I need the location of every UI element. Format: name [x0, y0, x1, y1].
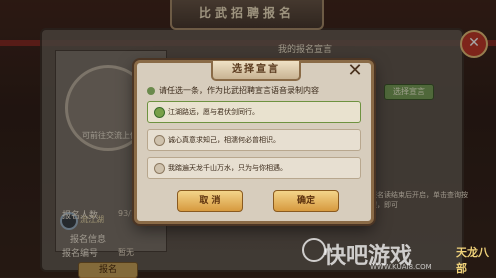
cancel-button[interactable]: 取 消: [177, 190, 243, 212]
watermark-url: WWW.KUAI8.COM: [370, 263, 432, 271]
instruction-text: 请任选一条，作为比武招聘宣言语音录制内容: [159, 86, 319, 95]
confirm-button[interactable]: 确定: [273, 190, 339, 212]
radio-icon[interactable]: [154, 163, 165, 174]
game-logo: 天龙八部: [456, 246, 489, 275]
declaration-option-2[interactable]: 诚心真意求知己，相濡何必曾相识。: [147, 129, 361, 151]
declaration-option-3[interactable]: 我踏遍天龙千山万水，只为与你相遇。: [147, 157, 361, 179]
radio-selected-icon[interactable]: [154, 107, 165, 118]
watermark-icon: [302, 238, 326, 262]
select-declaration-dialog: 选择宣言 ✕ 请任选一条，作为比武招聘宣言语音录制内容 江湖路远，愿与君伏剑同行…: [134, 60, 374, 224]
dialog-close-icon[interactable]: ✕: [344, 60, 366, 82]
declaration-option-1[interactable]: 江湖路远，愿与君伏剑同行。: [147, 101, 361, 123]
info-icon: [147, 86, 155, 95]
option-text: 江湖路远，愿与君伏剑同行。: [168, 108, 259, 116]
dialog-title: 选择宣言: [211, 61, 301, 81]
option-text: 我踏遍天龙千山万水，只为与你相遇。: [168, 164, 287, 172]
dialog-instruction: 请任选一条，作为比武招聘宣言语音录制内容: [147, 85, 319, 96]
option-text: 诚心真意求知己，相濡何必曾相识。: [168, 136, 280, 144]
radio-icon[interactable]: [154, 135, 165, 146]
